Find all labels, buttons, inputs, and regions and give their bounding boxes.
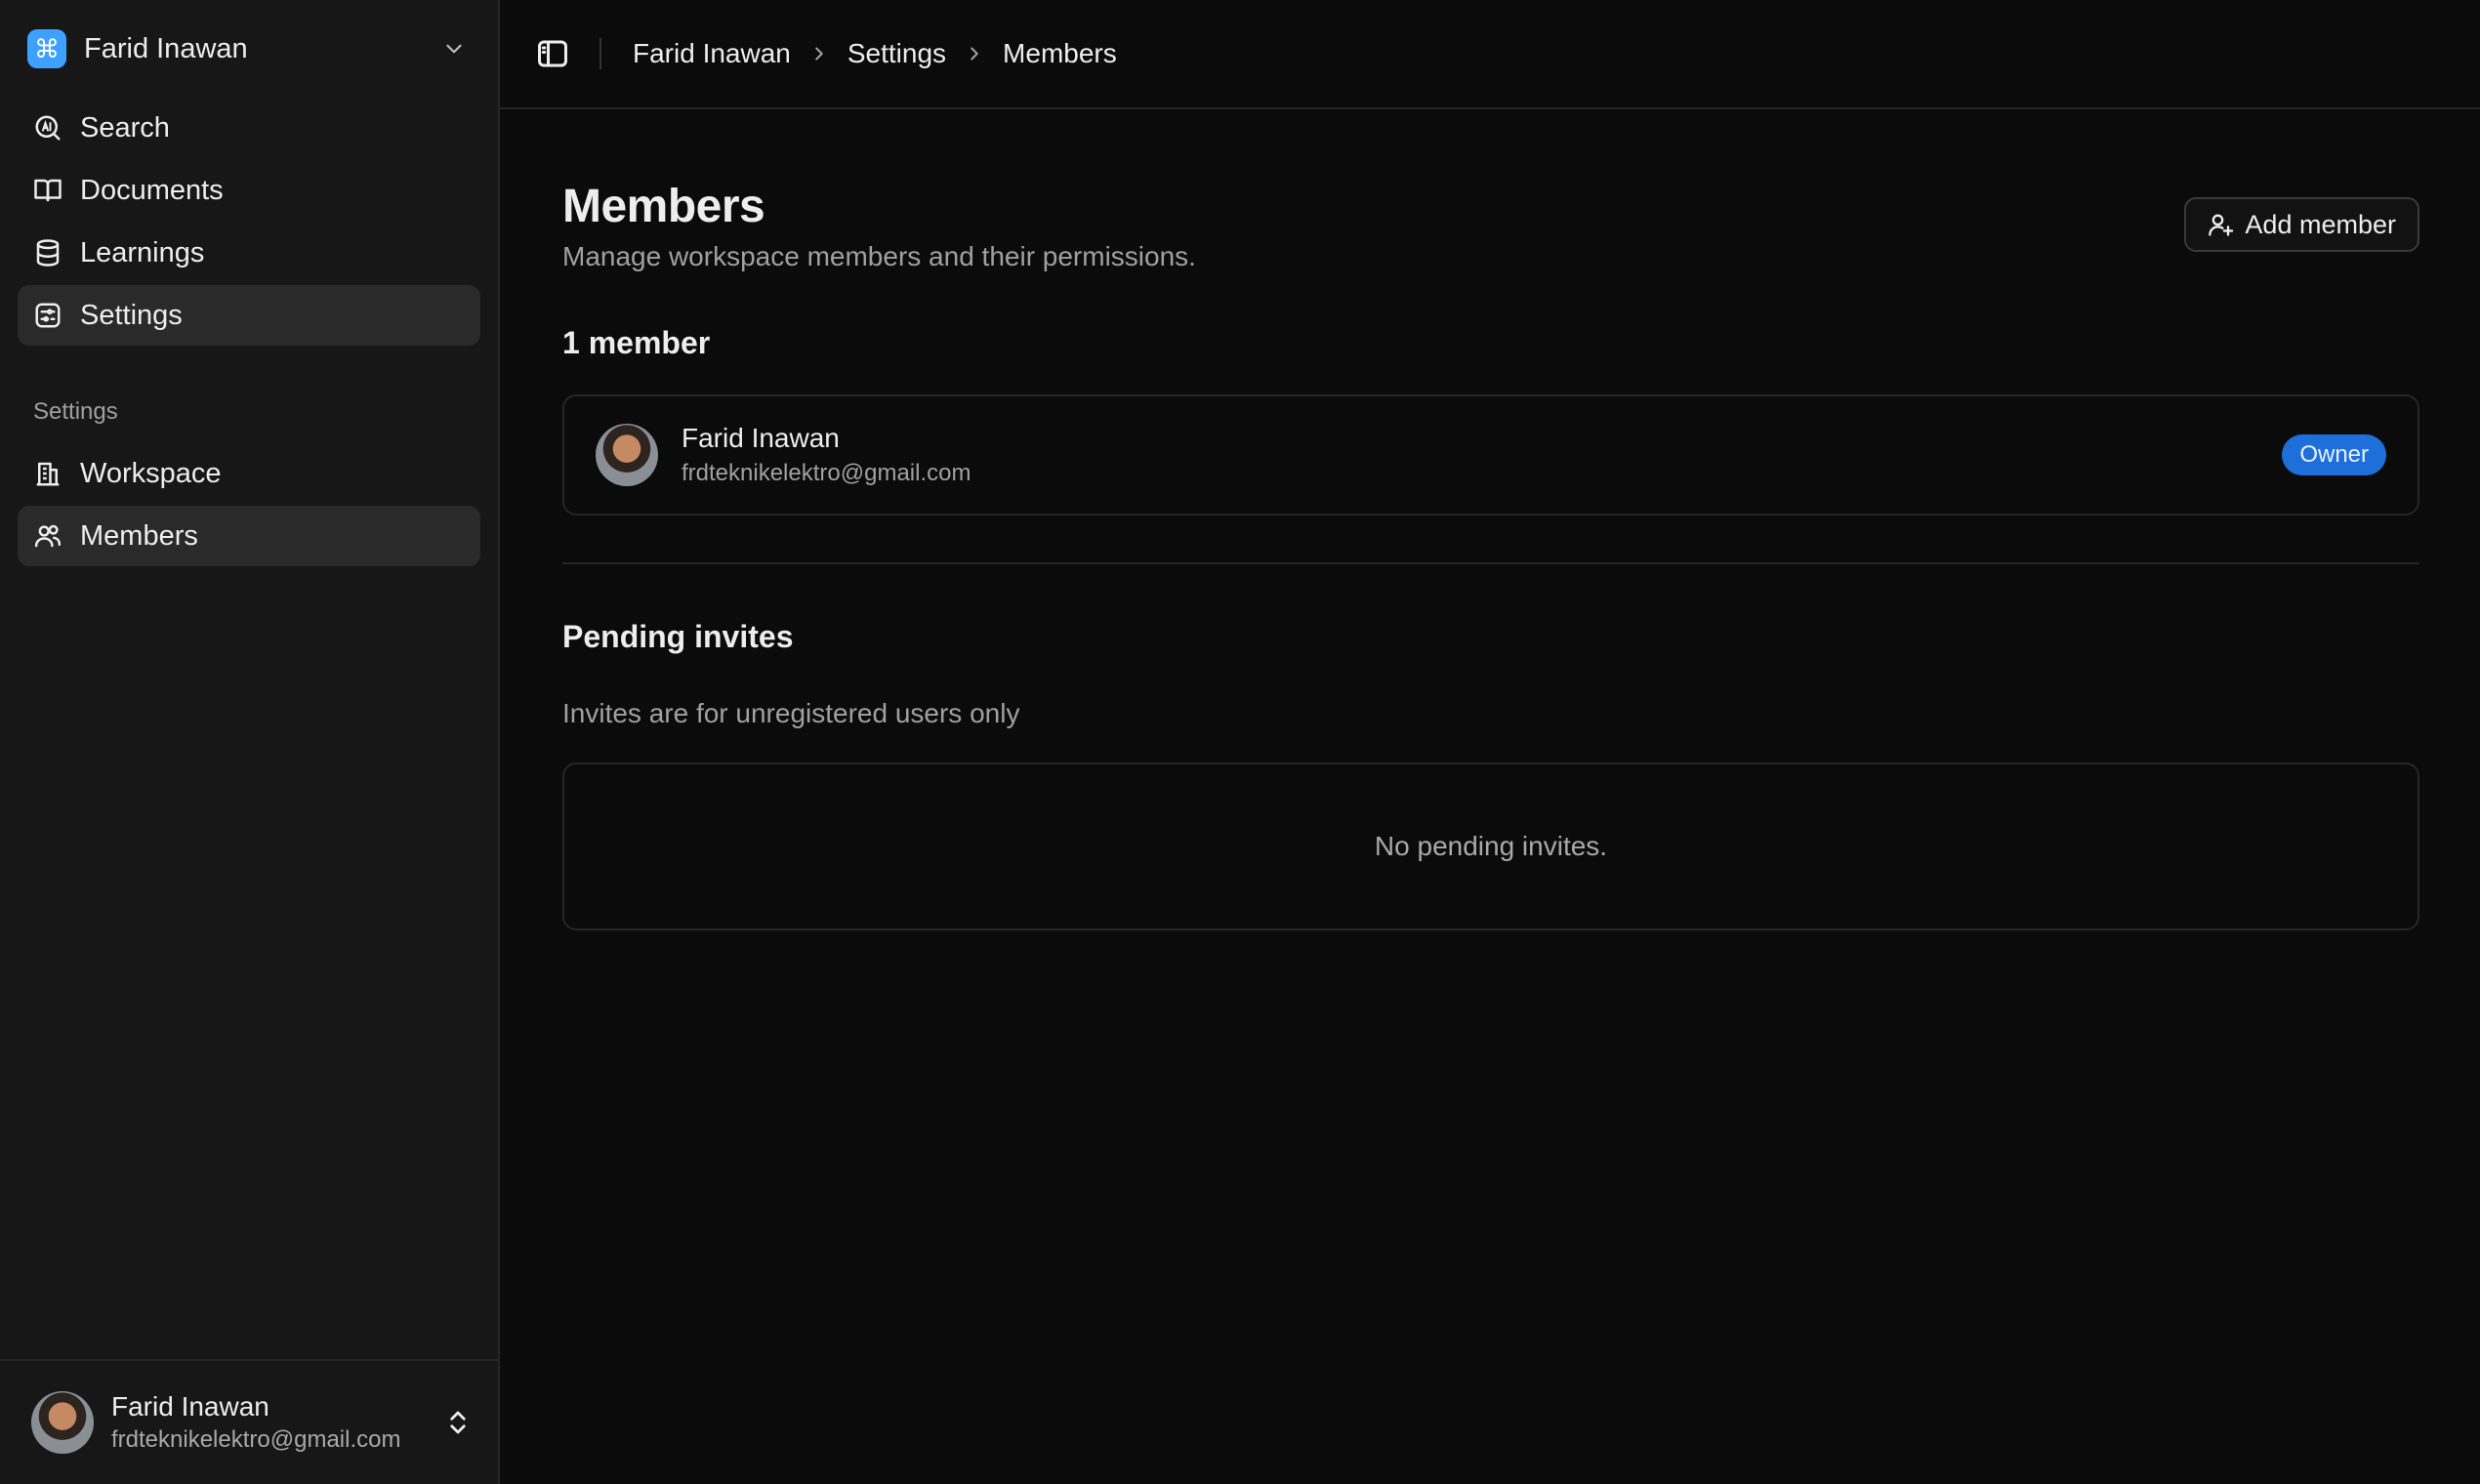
- breadcrumb-members: Members: [1003, 38, 1117, 68]
- chevrons-up-down-icon: [450, 1411, 466, 1434]
- section-divider: [562, 562, 2419, 564]
- main-content: Farid Inawan Settings Members Members Ma…: [500, 0, 2480, 1484]
- user-info: Farid Inawan frdteknikelektro@gmail.com: [111, 1391, 447, 1454]
- chevron-down-icon: [446, 44, 462, 54]
- settings-icon: [35, 303, 61, 328]
- sidebar: ⌘ Farid Inawan Search Documents Learning…: [0, 0, 500, 1484]
- breadcrumb-workspace[interactable]: Farid Inawan: [633, 38, 791, 69]
- add-member-button[interactable]: Add member: [2184, 197, 2419, 252]
- chevron-right-icon: [971, 47, 978, 61]
- nav-item-label: Members: [80, 519, 198, 552]
- chevron-right-icon: [815, 47, 823, 61]
- nav-item-label: Settings: [80, 299, 183, 331]
- pending-invites-description: Invites are for unregistered users only: [562, 698, 1020, 728]
- user-menu[interactable]: Farid Inawan frdteknikelektro@gmail.com: [0, 1359, 498, 1484]
- nav-item-label: Search: [80, 111, 170, 144]
- pending-invites-empty: No pending invites.: [562, 763, 2419, 930]
- divider: [599, 38, 601, 69]
- settings-section-label: Settings: [33, 398, 118, 425]
- pending-invites-title: Pending invites: [562, 619, 794, 654]
- nav-item-label: Learnings: [80, 236, 205, 268]
- nav-item-members[interactable]: Members: [18, 506, 480, 566]
- breadcrumb-settings[interactable]: Settings: [847, 38, 946, 69]
- member-info: Farid Inawan frdteknikelektro@gmail.com: [682, 423, 2282, 487]
- page-title: Members: [562, 181, 765, 232]
- empty-state-text: No pending invites.: [1374, 831, 1608, 861]
- workspace-switcher[interactable]: ⌘ Farid Inawan: [0, 0, 498, 98]
- users-icon: [34, 524, 62, 548]
- nav-item-label: Workspace: [80, 457, 222, 489]
- settings-nav: Workspace Members: [0, 443, 498, 568]
- nav-item-search[interactable]: Search: [18, 98, 480, 158]
- page-subtitle: Manage workspace members and their permi…: [562, 241, 1196, 271]
- building-icon: [36, 462, 60, 486]
- avatar: [31, 1391, 94, 1454]
- user-email: frdteknikelektro@gmail.com: [111, 1426, 401, 1453]
- member-count: 1 member: [562, 325, 711, 360]
- book-icon: [34, 179, 62, 202]
- sidebar-toggle-icon[interactable]: [535, 36, 570, 71]
- ai-search-icon: [35, 115, 61, 141]
- nav-item-learnings[interactable]: Learnings: [18, 223, 480, 283]
- user-name: Farid Inawan: [111, 1391, 269, 1422]
- workspace-name: Farid Inawan: [84, 32, 248, 64]
- nav-item-documents[interactable]: Documents: [18, 160, 480, 221]
- nav-item-workspace[interactable]: Workspace: [18, 443, 480, 504]
- main-nav: Search Documents Learnings Settings: [0, 98, 498, 348]
- role-badge: Owner: [2282, 434, 2386, 475]
- database-icon: [36, 239, 60, 267]
- member-name: Farid Inawan: [682, 423, 840, 453]
- add-member-label: Add member: [2245, 209, 2396, 239]
- nav-item-label: Documents: [80, 174, 224, 206]
- member-row: Farid Inawan frdteknikelektro@gmail.com …: [562, 394, 2419, 515]
- members-page: Members Manage workspace members and the…: [500, 109, 2480, 930]
- top-bar: Farid Inawan Settings Members: [500, 0, 2480, 109]
- member-email: frdteknikelektro@gmail.com: [682, 460, 971, 486]
- nav-item-settings[interactable]: Settings: [18, 285, 480, 346]
- user-plus-icon: [2209, 214, 2234, 236]
- avatar: [596, 424, 658, 486]
- command-icon: ⌘: [27, 29, 66, 68]
- app-root: ⌘ Farid Inawan Search Documents Learning…: [0, 0, 2480, 1484]
